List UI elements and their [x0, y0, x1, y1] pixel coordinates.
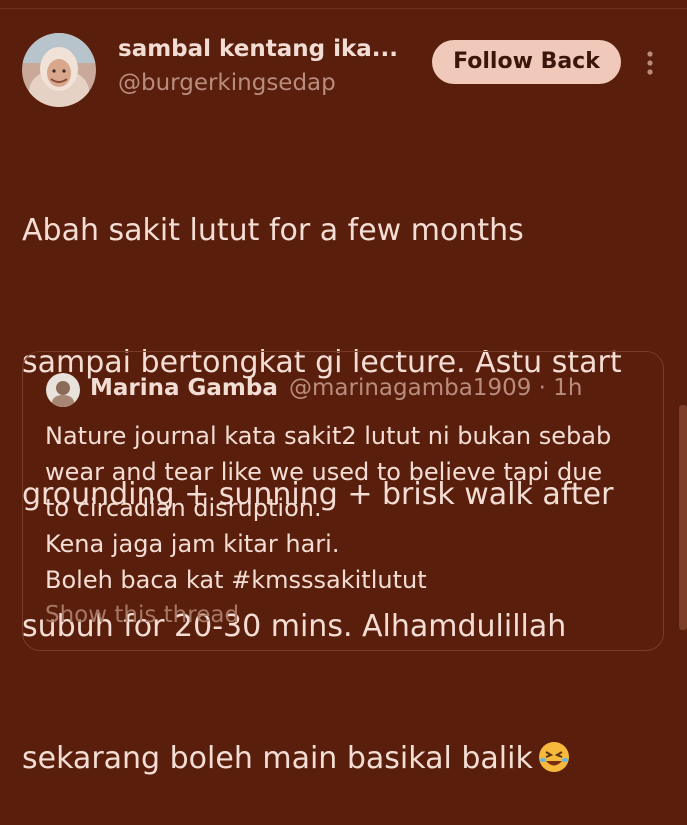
- quoted-author-handle-time[interactable]: @marinagamba1909 · 1h: [289, 375, 583, 401]
- author-display-name[interactable]: sambal kentang ika...: [118, 36, 398, 62]
- quoted-author-avatar[interactable]: [46, 373, 80, 407]
- top-divider: [0, 0, 687, 9]
- rofl-emoji-icon: [537, 740, 571, 774]
- follow-back-button[interactable]: Follow Back: [432, 40, 621, 84]
- quoted-line: to circadian disruption.: [45, 494, 322, 522]
- quoted-tweet-text: Nature journal kata sakit2 lutut ni buka…: [45, 418, 645, 598]
- tweet-line: Abah sakit lutut for a few months: [22, 213, 524, 248]
- quoted-line: Nature journal kata sakit2 lutut ni buka…: [45, 422, 612, 450]
- quoted-line: Boleh baca kat #kmsssakitlutut: [45, 566, 427, 594]
- show-thread-link[interactable]: Show this thread: [45, 602, 239, 628]
- tweet-line: sekarang boleh main basikal balik: [22, 741, 533, 776]
- more-vertical-icon[interactable]: [644, 50, 656, 76]
- author-handle[interactable]: @burgerkingsedap: [118, 70, 336, 96]
- author-avatar[interactable]: [22, 33, 96, 107]
- quoted-line: Kena jaga jam kitar hari.: [45, 530, 340, 558]
- tweet-line-last: sekarang boleh main basikal balik: [22, 737, 662, 781]
- scrollbar[interactable]: [679, 405, 687, 630]
- quoted-author-name[interactable]: Marina Gamba: [90, 375, 278, 401]
- quoted-line: wear and tear like we used to believe ta…: [45, 458, 603, 486]
